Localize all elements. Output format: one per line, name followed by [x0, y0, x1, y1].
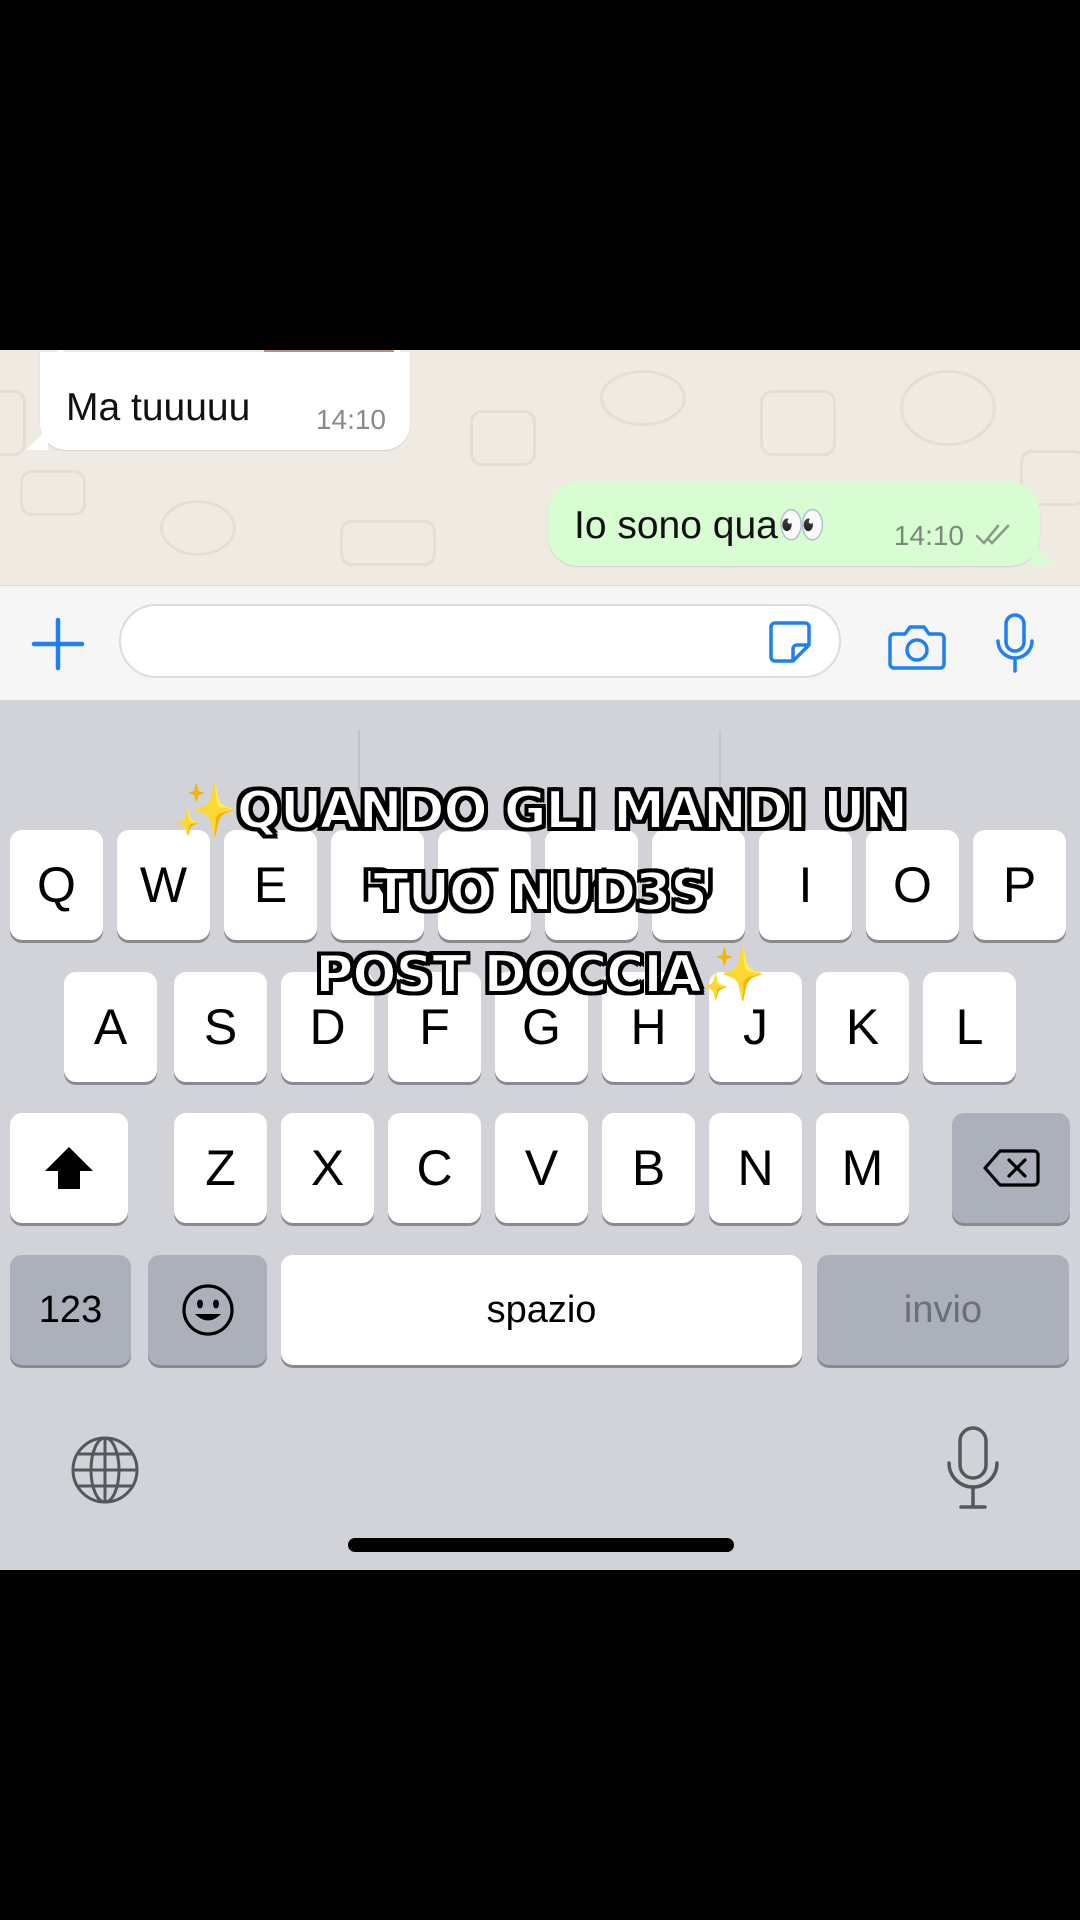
key-e[interactable]: E	[224, 830, 317, 940]
key-a[interactable]: A	[64, 972, 157, 1082]
shift-icon	[45, 1147, 93, 1189]
key-z[interactable]: Z	[174, 1113, 267, 1223]
wallpaper-doodle	[20, 470, 86, 516]
key-j[interactable]: J	[709, 972, 802, 1082]
microphone-icon[interactable]	[994, 613, 1036, 675]
camera-icon[interactable]	[888, 622, 946, 670]
key-p[interactable]: P	[973, 830, 1066, 940]
chat-area[interactable]: Ma tuuuuu 14:10 Io sono qua👀 14:10	[0, 350, 1080, 585]
wallpaper-doodle	[900, 370, 996, 446]
key-m[interactable]: M	[816, 1113, 909, 1223]
message-text: Io sono qua👀	[574, 504, 827, 547]
double-check-icon	[975, 524, 1010, 545]
home-indicator[interactable]	[348, 1538, 734, 1552]
wallpaper-doodle	[340, 520, 436, 566]
message-input[interactable]	[119, 604, 841, 678]
key-f[interactable]: F	[388, 972, 481, 1082]
wallpaper-doodle	[0, 390, 26, 456]
key-h[interactable]: H	[602, 972, 695, 1082]
dictation-icon[interactable]	[945, 1425, 1001, 1511]
incoming-message-bubble[interactable]: Ma tuuuuu 14:10	[26, 352, 410, 450]
key-x[interactable]: X	[281, 1113, 374, 1223]
message-text: Ma tuuuuu	[66, 386, 251, 429]
key-o[interactable]: O	[866, 830, 959, 940]
key-i[interactable]: I	[759, 830, 852, 940]
key-w[interactable]: W	[117, 830, 210, 940]
key-s[interactable]: S	[174, 972, 267, 1082]
message-time: 14:10	[315, 404, 386, 435]
key-k[interactable]: K	[816, 972, 909, 1082]
key-g[interactable]: G	[495, 972, 588, 1082]
backspace-icon	[983, 1149, 1040, 1187]
wallpaper-doodle	[470, 410, 536, 466]
key-b[interactable]: B	[602, 1113, 695, 1223]
keyboard: Q W E R T Y U I O P A S D F G H J K L Z …	[0, 700, 1080, 1570]
globe-icon[interactable]	[70, 1435, 140, 1505]
suggestion-divider	[358, 730, 360, 790]
whatsapp-screen: Ma tuuuuu 14:10 Io sono qua👀 14:10 Q W E…	[0, 350, 1080, 1570]
space-key[interactable]: spazio	[281, 1255, 802, 1365]
message-composer	[0, 585, 1080, 701]
suggestion-divider	[719, 730, 721, 790]
return-key[interactable]: invio	[817, 1255, 1069, 1365]
wallpaper-doodle	[160, 500, 236, 556]
numbers-key[interactable]: 123	[10, 1255, 131, 1365]
shift-key[interactable]	[10, 1113, 128, 1223]
key-u[interactable]: U	[652, 830, 745, 940]
key-r[interactable]: R	[331, 830, 424, 940]
key-d[interactable]: D	[281, 972, 374, 1082]
key-q[interactable]: Q	[10, 830, 103, 940]
emoji-icon	[181, 1284, 234, 1336]
key-t[interactable]: T	[438, 830, 531, 940]
key-c[interactable]: C	[388, 1113, 481, 1223]
key-v[interactable]: V	[495, 1113, 588, 1223]
key-y[interactable]: Y	[545, 830, 638, 940]
key-n[interactable]: N	[709, 1113, 802, 1223]
wallpaper-doodle	[760, 390, 836, 456]
emoji-key[interactable]	[148, 1255, 267, 1365]
message-time: 14:10	[893, 520, 964, 551]
sticker-icon[interactable]	[767, 619, 813, 665]
backspace-key[interactable]	[952, 1113, 1070, 1223]
wallpaper-doodle	[600, 370, 686, 426]
key-l[interactable]: L	[923, 972, 1016, 1082]
plus-icon[interactable]	[30, 616, 86, 672]
outgoing-message-bubble[interactable]: Io sono qua👀 14:10	[548, 482, 1056, 566]
